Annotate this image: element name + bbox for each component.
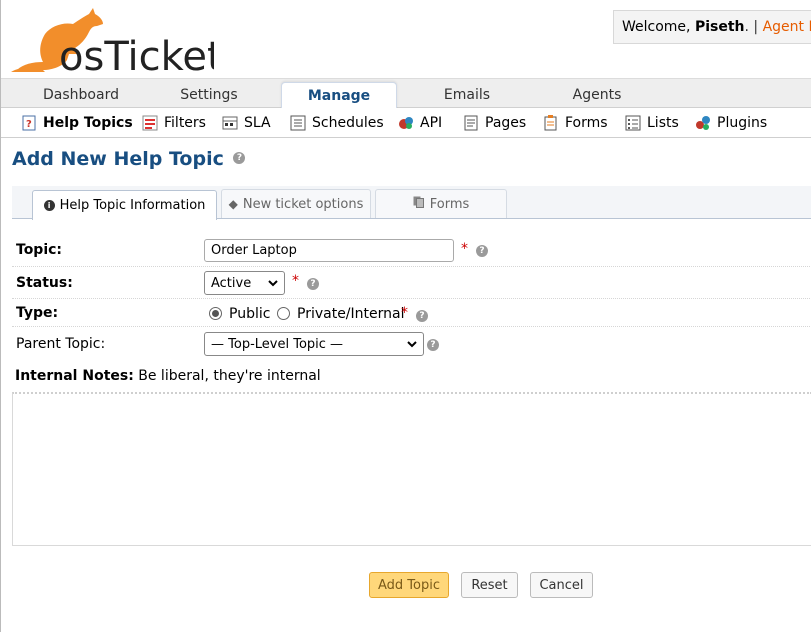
subnav-plugins[interactable]: Plugins (695, 113, 767, 133)
subnav-filters-label: Filters (164, 115, 206, 131)
subnav-api[interactable]: API (398, 113, 442, 133)
status-help-icon[interactable]: ? (307, 278, 319, 290)
topic-required-mark: * (461, 241, 468, 257)
sub-nav: ? Help Topics Filters SLA Schedules API … (1, 108, 811, 138)
topic-help-icon[interactable]: ? (476, 245, 488, 257)
status-label: Status: (16, 275, 73, 291)
info-icon: i (43, 200, 55, 211)
subnav-sla[interactable]: SLA (222, 113, 271, 133)
public-radio[interactable] (209, 307, 222, 320)
private-internal-radio[interactable] (277, 307, 290, 320)
add-topic-button[interactable]: Add Topic (369, 572, 449, 598)
schedules-icon (290, 115, 306, 131)
subnav-help-topics[interactable]: ? Help Topics (21, 113, 133, 133)
help-topics-icon: ? (21, 115, 37, 131)
tab-agents[interactable]: Agents (541, 79, 653, 108)
internal-notes-label: Internal Notes: (15, 368, 134, 384)
topic-input[interactable] (204, 239, 454, 262)
lists-icon (625, 115, 641, 131)
parent-topic-select-value: — Top-Level Topic — (211, 336, 344, 352)
internal-notes-hint: Be liberal, they're internal (138, 368, 321, 384)
form-tabbar: i Help Topic Information ◆ New ticket op… (12, 186, 811, 220)
header: osTicket Welcome, Piseth. | Agent Panel (1, 0, 811, 80)
subnav-help-topics-label: Help Topics (43, 115, 133, 131)
page-title-text: Add New Help Topic (12, 148, 224, 170)
internal-notes-editor[interactable] (12, 392, 811, 546)
subnav-filters[interactable]: Filters (142, 113, 206, 133)
parent-topic-select[interactable]: — Top-Level Topic — (204, 332, 424, 356)
parent-topic-label: Parent Topic: (16, 336, 106, 352)
status-select[interactable]: Active (204, 271, 285, 295)
subnav-schedules[interactable]: Schedules (290, 113, 384, 133)
tab-help-topic-information-label: Help Topic Information (59, 198, 206, 213)
subnav-lists[interactable]: Lists (625, 113, 679, 133)
osticket-logo[interactable]: osTicket (9, 4, 223, 80)
welcome-text: Welcome, (622, 19, 691, 35)
welcome-separator: . | (744, 19, 759, 35)
status-row: Status: (12, 267, 811, 299)
subnav-forms-label: Forms (565, 115, 608, 131)
username: Piseth (694, 19, 745, 35)
tab-forms-label: Forms (429, 196, 470, 212)
tag-icon: ◆ (228, 197, 238, 211)
sla-icon (222, 115, 238, 131)
main-nav: Dashboard Settings Manage Emails Agents (1, 78, 811, 109)
forms-tab-icon (413, 196, 424, 212)
subnav-forms[interactable]: Forms (543, 113, 608, 133)
topic-label: Topic: (16, 242, 63, 258)
type-row: Type: (12, 299, 811, 327)
tab-forms[interactable]: Forms (375, 189, 507, 218)
type-label: Type: (16, 305, 59, 321)
type-required-mark: * (401, 305, 408, 321)
chevron-down-icon (407, 341, 417, 348)
welcome-box: Welcome, Piseth. | Agent Panel (613, 10, 811, 44)
tab-new-ticket-options[interactable]: ◆ New ticket options (221, 189, 371, 218)
page-title: Add New Help Topic ? (12, 148, 246, 170)
private-internal-radio-label: Private/Internal (297, 306, 405, 322)
pages-icon (463, 115, 479, 131)
tab-manage[interactable]: Manage (281, 82, 397, 109)
status-select-value: Active (211, 275, 252, 291)
subnav-schedules-label: Schedules (312, 115, 384, 131)
subnav-api-label: API (420, 115, 443, 131)
subnav-pages[interactable]: Pages (463, 113, 526, 133)
filters-icon (142, 115, 158, 131)
tab-emails[interactable]: Emails (411, 79, 523, 108)
public-radio-label: Public (229, 306, 271, 322)
subnav-pages-label: Pages (485, 115, 527, 131)
tab-settings[interactable]: Settings (131, 79, 287, 108)
status-required-mark: * (292, 273, 299, 289)
svg-text:osTicket: osTicket (59, 34, 214, 74)
api-icon (398, 115, 414, 131)
parent-topic-help-icon[interactable]: ? (427, 339, 439, 351)
cancel-button[interactable]: Cancel (530, 572, 593, 598)
internal-notes-heading: Internal Notes: Be liberal, they're inte… (15, 368, 321, 384)
tab-help-topic-information[interactable]: i Help Topic Information (32, 190, 217, 220)
subnav-sla-label: SLA (244, 115, 271, 131)
help-icon[interactable]: ? (233, 151, 246, 164)
plugins-icon (695, 115, 711, 131)
type-help-icon[interactable]: ? (416, 310, 428, 322)
subnav-plugins-label: Plugins (717, 115, 768, 131)
chevron-down-icon (268, 280, 278, 287)
forms-icon (543, 115, 559, 131)
subnav-lists-label: Lists (647, 115, 679, 131)
svg-text:?: ? (26, 119, 32, 130)
reset-button[interactable]: Reset (461, 572, 518, 598)
tab-new-ticket-options-label: New ticket options (242, 196, 364, 212)
agent-panel-link[interactable]: Agent Panel (763, 19, 811, 35)
